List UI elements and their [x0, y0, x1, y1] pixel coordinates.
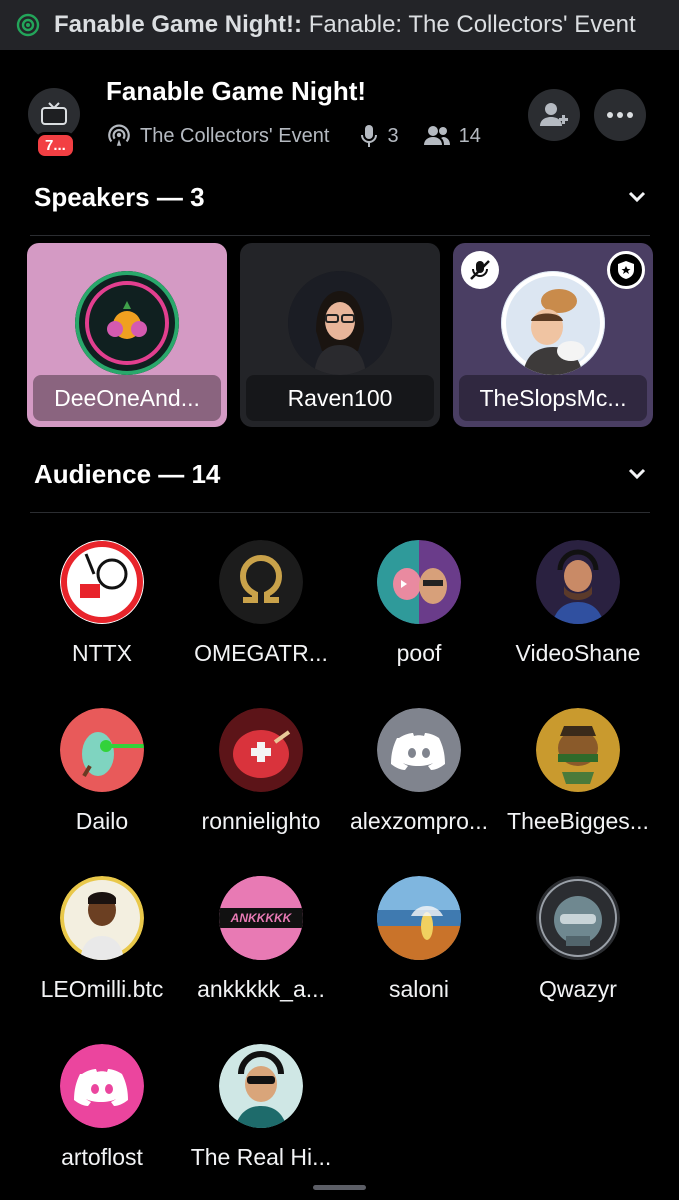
- stage-broadcast-icon: [108, 124, 130, 146]
- avatar: [377, 540, 461, 624]
- home-indicator[interactable]: [313, 1185, 366, 1190]
- speaker-name: TheSlopsMc...: [459, 375, 647, 421]
- avatar: [288, 271, 392, 375]
- add-person-icon: [540, 103, 568, 126]
- audience-member[interactable]: VideoShane: [498, 540, 658, 667]
- stage-meta: The Collectors' Event 3 14: [106, 123, 481, 149]
- audience-member[interactable]: NTTX: [22, 540, 182, 667]
- audience-member[interactable]: artoflost: [22, 1044, 182, 1171]
- avatar-text: ANKKKKK: [230, 911, 292, 925]
- stage-header: 7... Fanable Game Night! The Collectors'…: [0, 68, 679, 163]
- audience-member[interactable]: ronnielighto: [181, 708, 341, 835]
- member-name: saloni: [388, 976, 450, 1002]
- avatar: [377, 876, 461, 960]
- stage-topic: The Collectors' Event: [140, 124, 330, 147]
- invite-button[interactable]: [528, 89, 580, 141]
- member-name: VideoShane: [515, 640, 641, 666]
- member-name: alexzompro...: [349, 808, 489, 834]
- stage-notification-bar[interactable]: Fanable Game Night!: Fanable: The Collec…: [0, 0, 679, 50]
- member-name: OMEGATR...: [194, 640, 328, 666]
- listener-count: 14: [458, 124, 481, 147]
- member-name: Dailo: [75, 808, 129, 834]
- notification-badge: 7...: [35, 132, 76, 159]
- avatar: [536, 708, 620, 792]
- member-name: LEOmilli.btc: [40, 976, 164, 1002]
- avatar: [536, 540, 620, 624]
- divider: [30, 512, 650, 513]
- more-options-button[interactable]: [594, 89, 646, 141]
- audience-member[interactable]: TheeBigges...: [498, 708, 658, 835]
- member-name: TheeBigges...: [507, 808, 649, 834]
- server-icon-button[interactable]: 7...: [28, 88, 80, 159]
- speakers-section-header[interactable]: Speakers — 3: [34, 177, 646, 217]
- audience-member[interactable]: The Real Hi...: [181, 1044, 341, 1171]
- speaker-card[interactable]: DeeOneAnd...: [27, 243, 227, 427]
- audience-member[interactable]: alexzompro...: [339, 708, 499, 835]
- avatar: [219, 540, 303, 624]
- avatar: [219, 1044, 303, 1128]
- avatar: [219, 708, 303, 792]
- audience-member[interactable]: poof: [339, 540, 499, 667]
- member-name: ronnielighto: [201, 808, 321, 834]
- audience-member[interactable]: saloni: [339, 876, 499, 1003]
- avatar: [60, 1044, 144, 1128]
- chevron-down-icon: [628, 191, 646, 203]
- speaker-card[interactable]: TheSlopsMc...: [453, 243, 653, 427]
- avatar: [377, 708, 461, 792]
- users-icon: [423, 126, 450, 145]
- ellipsis-icon: [607, 112, 633, 118]
- speaker-count: 3: [387, 124, 399, 147]
- speaker-card[interactable]: Raven100: [240, 243, 440, 427]
- moderator-shield-icon: [607, 251, 645, 289]
- member-name: Qwazyr: [539, 976, 617, 1002]
- avatar: ANKKKKK: [219, 876, 303, 960]
- stage-notification-text: Fanable Game Night!: Fanable: The Collec…: [54, 11, 636, 38]
- avatar: [536, 876, 620, 960]
- audience-section-header[interactable]: Audience — 14: [34, 454, 646, 494]
- audience-member[interactable]: ANKKKKK ankkkkk_a...: [181, 876, 341, 1003]
- muted-mic-icon: [461, 251, 499, 289]
- avatar: [501, 271, 605, 375]
- audience-label: Audience — 14: [34, 458, 221, 489]
- stage-title: Fanable Game Night!: [106, 76, 367, 106]
- audience-member[interactable]: OMEGATR...: [181, 540, 341, 667]
- avatar: [60, 708, 144, 792]
- microphone-icon: [361, 125, 378, 147]
- member-name: NTTX: [71, 640, 133, 666]
- tv-icon: [41, 102, 67, 125]
- audience-member[interactable]: Qwazyr: [498, 876, 658, 1003]
- chevron-down-icon: [628, 468, 646, 480]
- speaker-name: DeeOneAnd...: [33, 375, 221, 421]
- stage-broadcast-icon: [16, 13, 40, 37]
- avatar: [75, 271, 179, 375]
- member-name: poof: [396, 640, 442, 666]
- member-name: ankkkkk_a...: [197, 976, 325, 1002]
- member-name: artoflost: [61, 1144, 143, 1170]
- audience-member[interactable]: LEOmilli.btc: [22, 876, 182, 1003]
- audience-member[interactable]: Dailo: [22, 708, 182, 835]
- speaker-name: Raven100: [246, 375, 434, 421]
- speakers-label: Speakers — 3: [34, 181, 205, 212]
- member-name: The Real Hi...: [190, 1144, 332, 1170]
- avatar: [60, 540, 144, 624]
- divider: [30, 235, 650, 236]
- avatar: [60, 876, 144, 960]
